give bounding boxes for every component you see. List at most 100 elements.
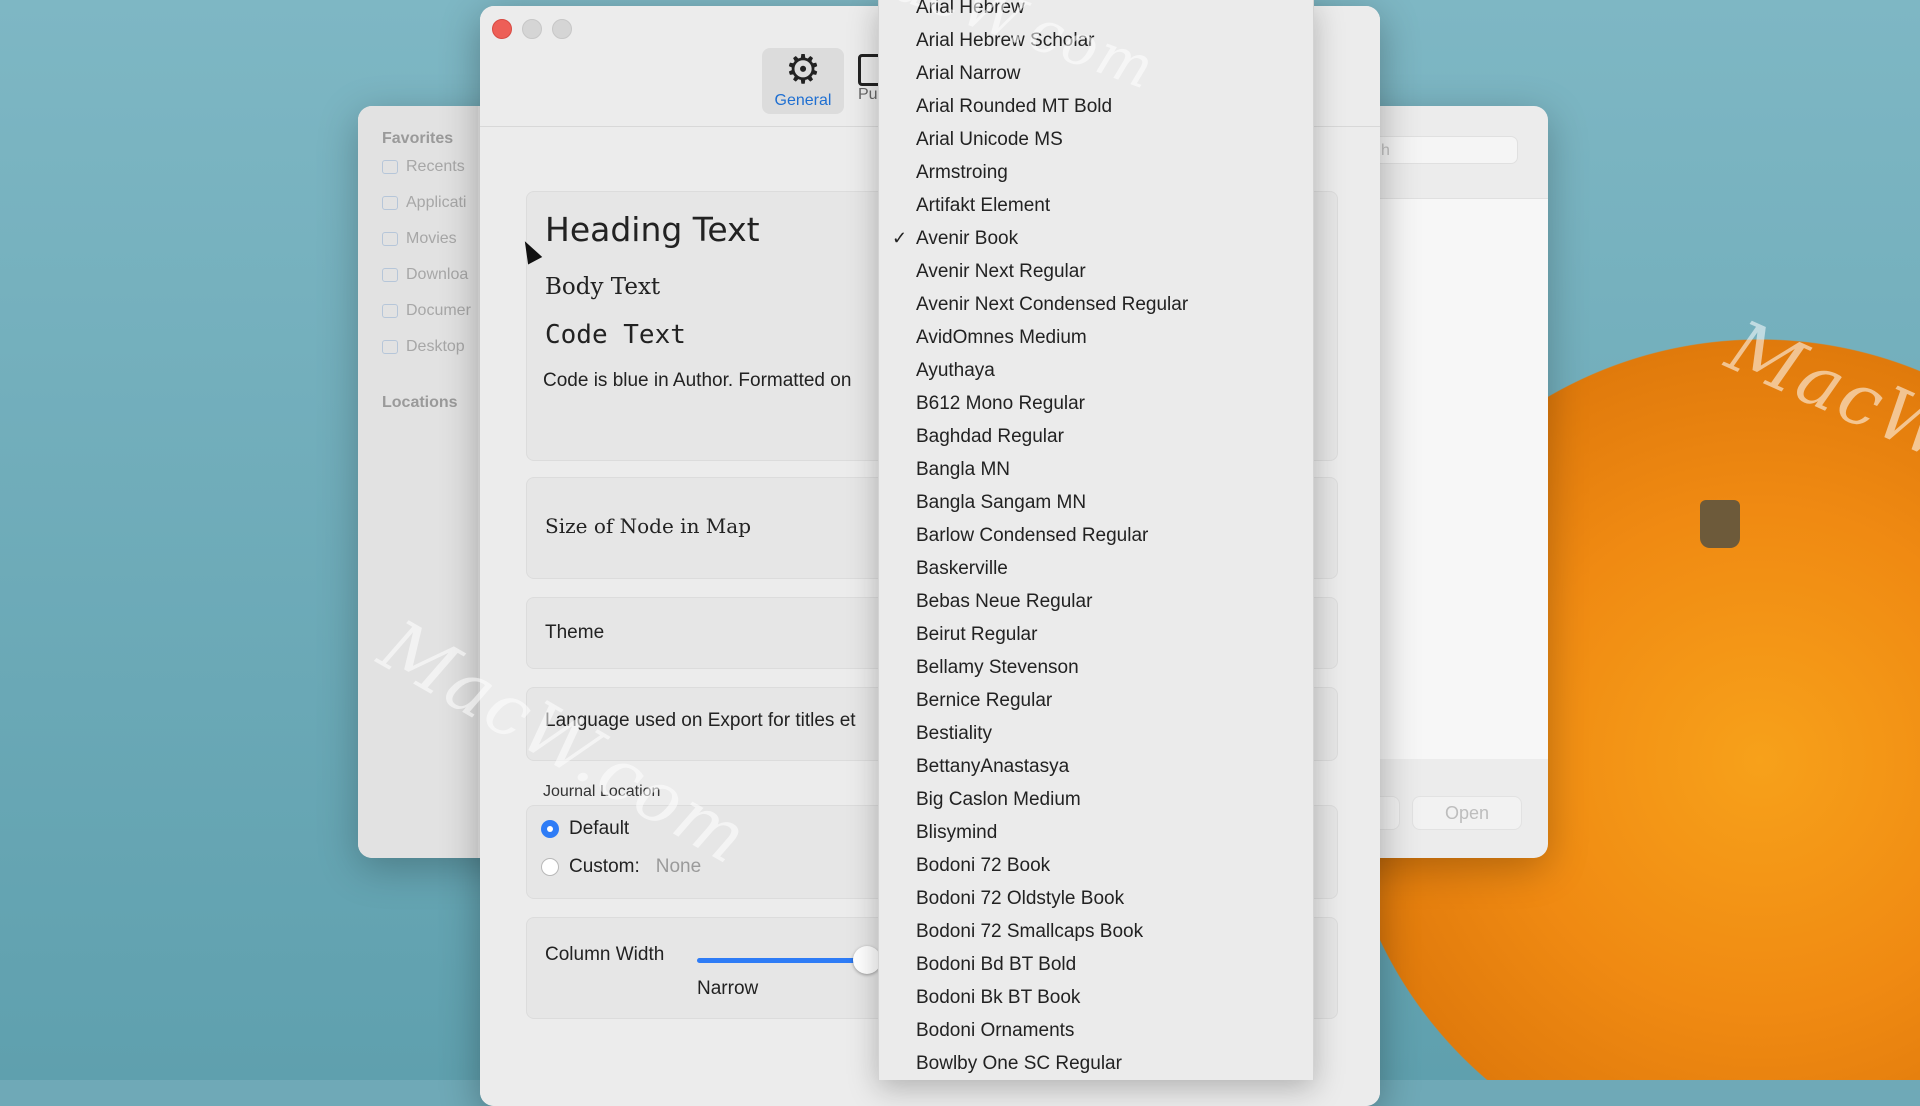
font-menu-item[interactable]: Bangla Sangam MN [879,486,1313,519]
dialog-sidebar: Favorites Recents Applicati Movies Downl… [358,106,478,858]
theme-label: Theme [545,622,605,643]
font-menu-item-label: Big Caslon Medium [916,789,1081,810]
font-menu-item[interactable]: Armstroing [879,156,1313,189]
font-menu-item-label: Blisymind [916,822,998,843]
column-width-slider-knob[interactable] [853,946,881,974]
font-menu-item-label: Arial Unicode MS [916,129,1063,150]
journal-default-label: Default [569,818,630,839]
download-icon [382,268,398,282]
heading-font-sample[interactable]: Heading Text [545,210,760,249]
font-menu-item[interactable]: Bebas Neue Regular [879,585,1313,618]
sidebar-item-label: Applicati [406,194,467,211]
code-font-note: Code is blue in Author. Formatted on [543,370,852,391]
close-button[interactable] [492,19,512,39]
font-menu-item[interactable]: Avenir Next Regular [879,255,1313,288]
font-menu-item-label: Bodoni 72 Oldstyle Book [916,888,1125,909]
sidebar-item-documents[interactable]: Documer [382,302,471,320]
font-menu-item-label: Bellamy Stevenson [916,657,1079,678]
journal-custom-option[interactable]: Custom: None [541,856,701,878]
font-menu-item[interactable]: ✓ Avenir Book [879,222,1313,255]
font-menu-item[interactable]: Artifakt Element [879,189,1313,222]
journal-default-option[interactable]: Default [541,818,629,840]
export-language-label: Language used on Export for titles et [545,710,856,731]
font-menu-item[interactable]: Arial Hebrew [879,0,1313,24]
font-menu-item-label: Bernice Regular [916,690,1053,711]
font-menu-item[interactable]: Bernice Regular [879,684,1313,717]
sidebar-item-label: Recents [406,158,465,175]
font-menu-item[interactable]: B612 Mono Regular [879,387,1313,420]
font-menu-item-label: Bodoni Bk BT Book [916,987,1081,1008]
column-width-slider-track[interactable] [697,958,857,963]
film-icon [382,232,398,246]
font-menu-item[interactable]: Arial Rounded MT Bold [879,90,1313,123]
node-size-label: Size of Node in Map [545,514,752,538]
sidebar-item-label: Downloa [406,266,469,283]
font-menu-item[interactable]: Baghdad Regular [879,420,1313,453]
font-menu-item[interactable]: Bodoni Bd BT Bold [879,948,1313,981]
applications-icon [382,196,398,210]
font-menu-item-label: Bodoni 72 Smallcaps Book [916,921,1144,942]
radio-unselected[interactable] [541,858,559,876]
sidebar-item-movies[interactable]: Movies [382,230,457,248]
font-menu-item[interactable]: Arial Narrow [879,57,1313,90]
column-width-label: Column Width [545,944,665,965]
font-menu-item-label: Bodoni Ornaments [916,1020,1075,1041]
font-menu-item[interactable]: Blisymind [879,816,1313,849]
font-menu-item-label: Beirut Regular [916,624,1038,645]
checkmark-icon: ✓ [892,228,908,248]
font-menu-item[interactable]: Bowlby One SC Regular [879,1047,1313,1080]
font-menu-item-label: Bebas Neue Regular [916,591,1093,612]
body-font-sample[interactable]: Body Text [545,274,660,300]
orange-stem [1700,500,1740,548]
sidebar-item-applications[interactable]: Applicati [382,194,466,212]
font-menu-item-label: Armstroing [916,162,1008,183]
font-menu-item[interactable]: Bangla MN [879,453,1313,486]
font-menu-item-label: AvidOmnes Medium [916,327,1087,348]
font-menu-item[interactable]: Baskerville [879,552,1313,585]
sidebar-item-desktop[interactable]: Desktop [382,338,465,356]
radio-selected[interactable] [541,820,559,838]
font-menu-item[interactable]: Arial Hebrew Scholar [879,24,1313,57]
search-input[interactable]: h [1368,136,1518,164]
font-menu-item-label: Bowlby One SC Regular [916,1053,1122,1074]
font-menu-item-label: Artifakt Element [916,195,1051,216]
font-menu-item[interactable]: Bestiality [879,717,1313,750]
journal-custom-path: None [655,856,702,877]
font-menu-item[interactable]: Bodoni 72 Smallcaps Book [879,915,1313,948]
font-menu-item-label: Arial Hebrew [916,0,1025,18]
font-menu-item[interactable]: Ayuthaya [879,354,1313,387]
font-menu-item[interactable]: Beirut Regular [879,618,1313,651]
open-button[interactable]: Open [1412,796,1522,830]
font-menu-item[interactable]: Arial Unicode MS [879,123,1313,156]
font-menu-item[interactable]: Bodoni Bk BT Book [879,981,1313,1014]
font-menu-item-label: Bestiality [916,723,993,744]
tab-general-label: General [774,92,832,109]
font-menu-item-label: Ayuthaya [916,360,995,381]
minimize-button[interactable] [522,19,542,39]
code-font-sample[interactable]: Code Text [545,320,686,350]
font-menu-item-label: BettanyAnastasya [916,756,1070,777]
sidebar-item-recents[interactable]: Recents [382,158,465,176]
font-dropdown-menu[interactable]: Arial Hebrew Arial Hebrew Scholar Arial Na… [878,0,1314,1080]
font-menu-item[interactable]: BettanyAnastasya [879,750,1313,783]
sidebar-item-downloads[interactable]: Downloa [382,266,468,284]
sidebar-section-favorites: Favorites [382,130,454,147]
font-menu-item-label: Bangla Sangam MN [916,492,1087,513]
font-menu-item[interactable]: Bellamy Stevenson [879,651,1313,684]
font-menu-item-label: Arial Hebrew Scholar [916,30,1095,51]
font-menu-item[interactable]: Bodoni 72 Book [879,849,1313,882]
font-menu-item[interactable]: Barlow Condensed Regular [879,519,1313,552]
font-menu-item-label: Barlow Condensed Regular [916,525,1149,546]
sidebar-item-label: Desktop [406,338,465,355]
font-menu-item[interactable]: Bodoni 72 Oldstyle Book [879,882,1313,915]
journal-location-heading: Journal Location [543,783,661,800]
font-menu-item-label: Bodoni 72 Book [916,855,1051,876]
font-menu-item[interactable]: Big Caslon Medium [879,783,1313,816]
journal-custom-label: Custom: [569,856,640,877]
tab-general[interactable]: ⚙ General [762,48,844,114]
font-menu-item-label: Avenir Next Regular [916,261,1086,282]
font-menu-item[interactable]: Bodoni Ornaments [879,1014,1313,1047]
font-menu-item[interactable]: AvidOmnes Medium [879,321,1313,354]
font-menu-item[interactable]: Avenir Next Condensed Regular [879,288,1313,321]
zoom-button[interactable] [552,19,572,39]
